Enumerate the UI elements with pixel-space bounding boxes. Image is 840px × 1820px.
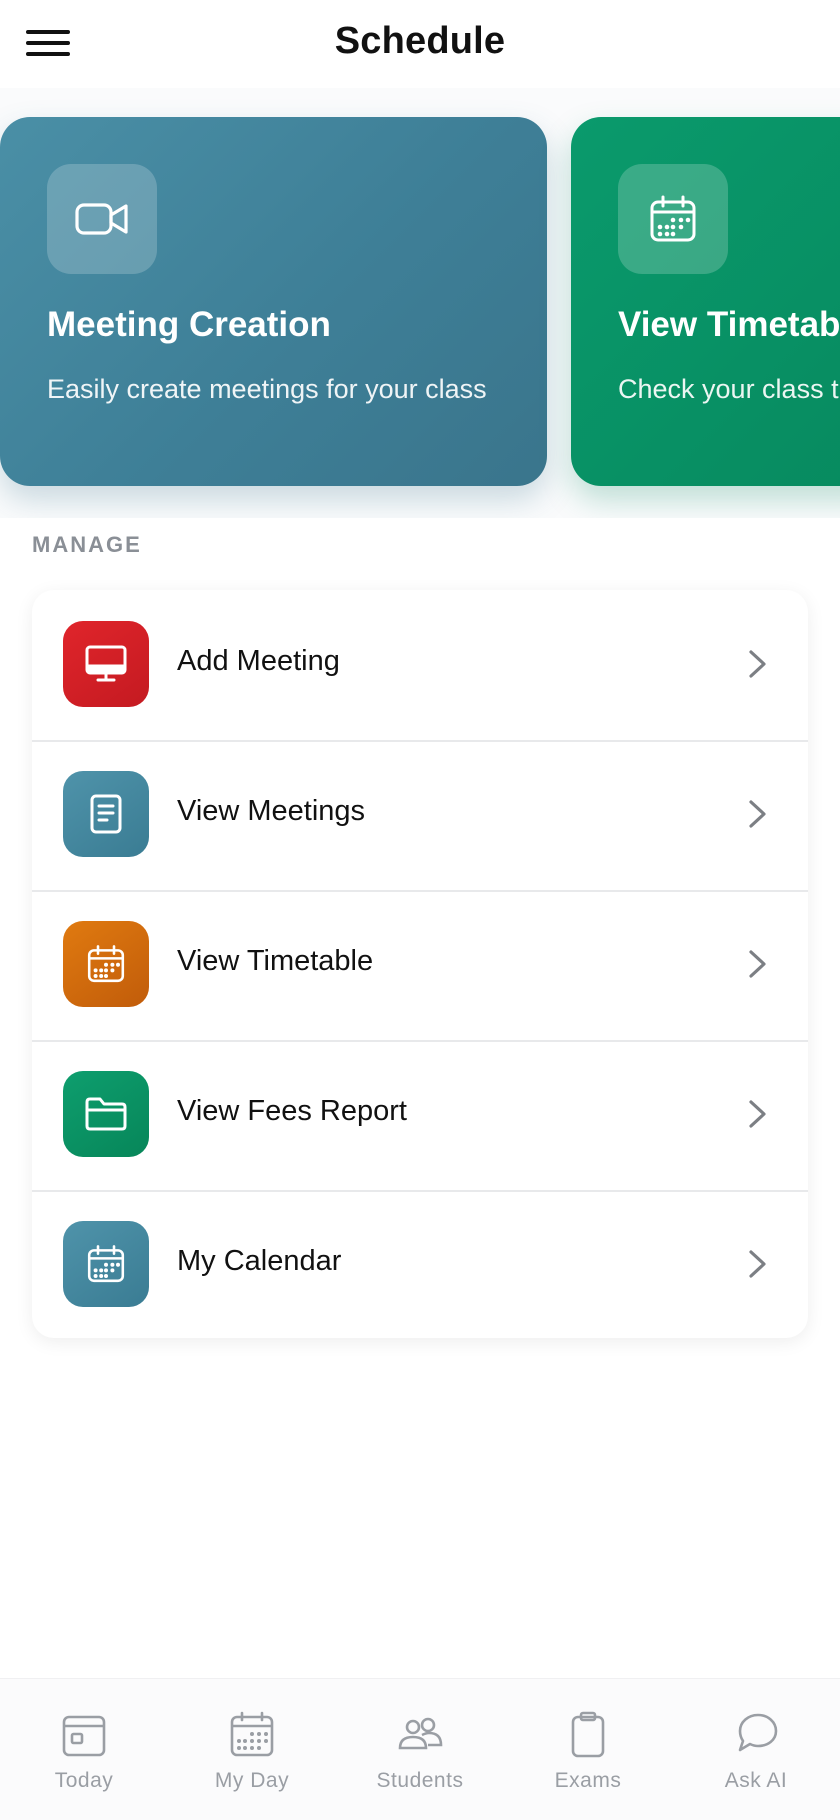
menu-item-label: View Timetable bbox=[177, 945, 374, 977]
menu-item-label: Add Meeting bbox=[177, 645, 340, 677]
nav-label: Today bbox=[54, 1769, 114, 1792]
menu-item-my-calendar[interactable]: My Calendar bbox=[32, 1190, 808, 1338]
nav-label: Exams bbox=[554, 1769, 622, 1792]
chevron-right-icon bbox=[749, 950, 766, 978]
menu-item-label: My Calendar bbox=[177, 1245, 342, 1277]
nav-label: Students bbox=[376, 1769, 464, 1792]
manage-menu-list: Add Meeting View Meetings View Timetable… bbox=[32, 590, 808, 1338]
chevron-right-icon bbox=[749, 800, 766, 828]
nav-label: My Day bbox=[214, 1769, 290, 1792]
page-title: Schedule bbox=[334, 20, 506, 62]
feature-carousel[interactable]: Meeting Creation Easily create meetings … bbox=[0, 88, 840, 518]
card-title: View Timetable bbox=[618, 305, 840, 344]
chevron-right-icon bbox=[749, 1250, 766, 1278]
clipboard-icon bbox=[571, 1711, 605, 1758]
nav-tab-my-day[interactable]: My Day bbox=[168, 1679, 336, 1820]
calendar-grid-icon bbox=[230, 1711, 274, 1757]
nav-tab-students[interactable]: Students bbox=[336, 1679, 504, 1820]
nav-label: Ask AI bbox=[724, 1769, 788, 1792]
bottom-navigation: Today My Day Students Exams Ask AI bbox=[0, 1678, 840, 1820]
menu-item-add-meeting[interactable]: Add Meeting bbox=[32, 590, 808, 740]
section-label-manage: MANAGE bbox=[32, 532, 142, 557]
view-timetable-card[interactable]: View Timetable Check your class timetabl… bbox=[571, 117, 840, 486]
calendar-today-icon bbox=[62, 1715, 106, 1757]
menu-item-label: View Meetings bbox=[177, 795, 366, 827]
monitor-icon bbox=[63, 621, 149, 707]
calendar-icon bbox=[618, 164, 728, 274]
chevron-right-icon bbox=[749, 650, 766, 678]
calendar-icon bbox=[63, 921, 149, 1007]
document-icon bbox=[63, 771, 149, 857]
video-camera-icon bbox=[47, 164, 157, 274]
calendar-icon bbox=[63, 1221, 149, 1307]
menu-item-label: View Fees Report bbox=[177, 1095, 407, 1127]
card-description: Easily create meetings for your class bbox=[47, 374, 487, 404]
menu-item-view-timetable[interactable]: View Timetable bbox=[32, 890, 808, 1040]
app-header: Schedule bbox=[0, 0, 840, 88]
nav-tab-today[interactable]: Today bbox=[0, 1679, 168, 1820]
menu-item-view-fees-report[interactable]: View Fees Report bbox=[32, 1040, 808, 1190]
chat-bubble-icon bbox=[738, 1713, 778, 1752]
folder-icon bbox=[63, 1071, 149, 1157]
card-description: Check your class timetable bbox=[618, 374, 840, 404]
nav-tab-ask-ai[interactable]: Ask AI bbox=[672, 1679, 840, 1820]
meeting-creation-card[interactable]: Meeting Creation Easily create meetings … bbox=[0, 117, 547, 486]
card-title: Meeting Creation bbox=[47, 305, 331, 344]
chevron-right-icon bbox=[749, 1100, 766, 1128]
nav-tab-exams[interactable]: Exams bbox=[504, 1679, 672, 1820]
menu-item-view-meetings[interactable]: View Meetings bbox=[32, 740, 808, 890]
people-icon bbox=[398, 1717, 443, 1750]
